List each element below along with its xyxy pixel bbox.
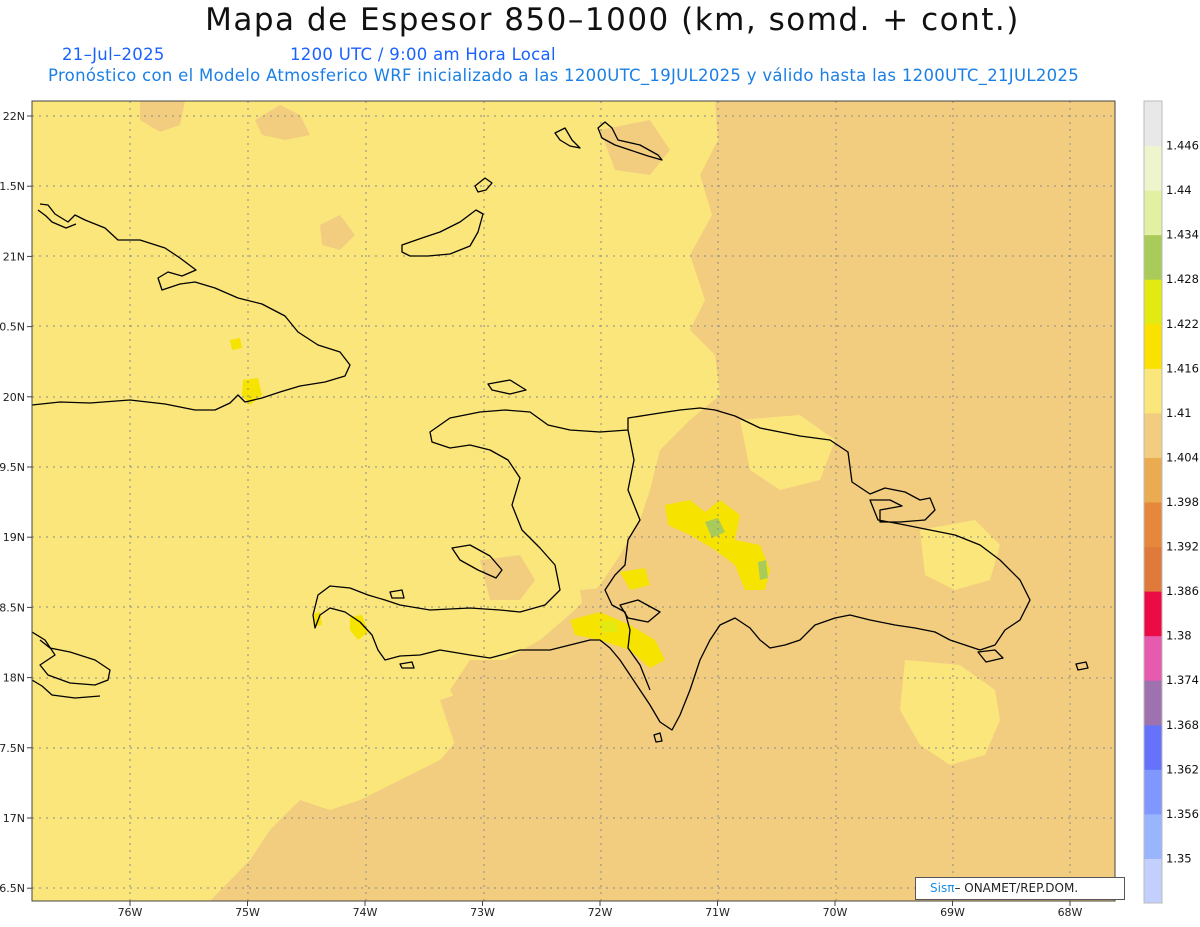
field-max-6 [230,338,242,350]
colorbar-swatch [1144,858,1162,904]
longitude-axis: 76W 75W 74W 73W 72W 71W 70W 69W 68W [118,901,1083,919]
lon-label: 68W [1058,906,1083,919]
lon-label: 73W [470,906,495,919]
colorbar-label: 1.428 [1166,272,1199,286]
lon-label: 75W [235,906,260,919]
lat-label: 6.5N [0,882,25,895]
colorbar-swatch [1144,323,1162,369]
colorbar-swatch [1144,680,1162,726]
lon-label: 76W [118,906,143,919]
model-description: Pronóstico con el Modelo Atmosferico WRF… [48,66,1080,85]
lat-label: 0.5N [0,321,25,334]
colorbar-swatch [1144,502,1162,548]
colorbar-swatch [1144,813,1162,859]
lat-label: 8.5N [0,601,25,614]
colorbar-swatch [1144,145,1162,191]
credit-text: – ONAMET/REP.DOM. [954,881,1079,895]
colorbar: 1.35 1.356 1.362 1.368 1.374 1.38 1.386 1.392 1.… [1143,100,1199,904]
valid-date: 21–Jul–2025 [62,45,165,64]
valid-time: 1200 UTC / 9:00 am Hora Local [290,45,556,64]
colorbar-label: 1.446 [1166,139,1199,153]
colorbar-label: 1.41 [1166,406,1192,420]
lon-label: 70W [823,906,848,919]
colorbar-label: 1.44 [1166,183,1192,197]
colorbar-label: 1.362 [1166,762,1199,776]
lat-label: 21N [3,250,25,263]
lat-label: 22N [3,110,25,123]
colorbar-swatch [1144,101,1162,147]
colorbar-label: 1.416 [1166,361,1199,375]
lat-label: 17N [3,812,25,825]
colorbar-label: 1.35 [1166,851,1192,865]
colorbar-label: 1.392 [1166,540,1199,554]
colorbar-swatch [1144,190,1162,236]
latitude-axis: 22N 1.5N 21N 0.5N 20N 9.5N 19N 8.5N 18N 7.5N 17N 6.… [0,110,32,895]
lon-label: 72W [588,906,613,919]
colorbar-label: 1.398 [1166,495,1199,509]
lon-label: 69W [940,906,965,919]
sispi-logo: Sisπ [930,881,955,895]
colorbar-label: 1.422 [1166,317,1199,331]
lat-label: 20N [3,391,25,404]
colorbar-label: 1.368 [1166,718,1199,732]
field-core-3 [600,620,618,632]
colorbar-swatch [1144,635,1162,681]
lat-label: 1.5N [0,180,25,193]
colorbar-swatch [1144,457,1162,503]
colorbar-swatch [1144,368,1162,414]
lon-label: 71W [705,906,730,919]
map-title: Mapa de Espesor 850–1000 (km, somd. + co… [205,2,1020,38]
colorbar-swatch [1144,724,1162,770]
lat-label: 18N [3,672,25,685]
lat-label: 19N [3,531,25,544]
lat-label: 9.5N [0,461,25,474]
colorbar-swatch [1144,769,1162,815]
colorbar-swatch [1144,279,1162,325]
colorbar-label: 1.356 [1166,807,1199,821]
colorbar-swatch [1144,546,1162,592]
colorbar-label: 1.374 [1166,673,1199,687]
colorbar-label: 1.386 [1166,584,1199,598]
colorbar-label: 1.38 [1166,629,1192,643]
colorbar-label: 1.434 [1166,228,1199,242]
lon-label: 74W [353,906,378,919]
thickness-map: 76W 75W 74W 73W 72W 71W 70W 69W 68W 22N 1.5N 21N 0.… [0,100,1199,919]
credit-box: Sisπ– ONAMET/REP.DOM. [915,877,1125,900]
colorbar-label: 1.404 [1166,450,1199,464]
colorbar-swatch [1144,591,1162,637]
lat-label: 7.5N [0,742,25,755]
colorbar-swatch [1144,234,1162,280]
colorbar-swatch [1144,412,1162,458]
